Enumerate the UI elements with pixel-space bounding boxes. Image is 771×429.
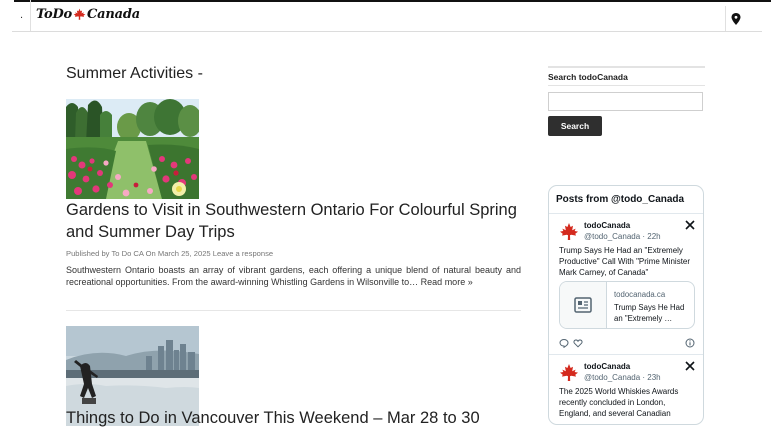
twitter-feed-widget: Posts from @todo_Canada todoCanada @todo…: [548, 185, 704, 425]
page-title: Summer Activities -: [66, 65, 203, 82]
todocanada-avatar[interactable]: [559, 222, 579, 242]
info-icon[interactable]: [685, 338, 695, 348]
x-logo-icon[interactable]: [685, 220, 695, 230]
tweet-author-handle[interactable]: @todo_Canada · 23h: [584, 373, 661, 382]
x-logo-icon[interactable]: [685, 361, 695, 371]
maple-leaf-icon: [73, 8, 86, 20]
header-dot: .: [20, 9, 24, 21]
logo-separator: [30, 0, 31, 31]
card-media: [560, 282, 607, 328]
tweet[interactable]: todoCanada @todo_Canada · 23h The 2025 W…: [549, 355, 703, 424]
tweet-link-card[interactable]: todocanada.ca Trump Says He Had an "Extr…: [559, 281, 695, 329]
sidebar-rule-bottom: [548, 85, 705, 86]
sidebar-rule-top: [548, 66, 705, 68]
tweet-text: Trump Says He Had an "Extremely Producti…: [559, 246, 691, 277]
post-title-gardens[interactable]: Gardens to Visit in Southwestern Ontario…: [66, 199, 526, 243]
logo-text-canada: Canada: [87, 6, 140, 22]
like-icon[interactable]: [573, 338, 583, 348]
post-thumbnail-gardens[interactable]: [66, 99, 199, 199]
location-separator: [725, 6, 726, 31]
search-widget-heading: Search todoCanada: [548, 72, 628, 82]
search-input[interactable]: [548, 92, 703, 111]
post-title-vancouver[interactable]: Things to Do in Vancouver This Weekend –…: [66, 407, 526, 429]
article-icon: [574, 297, 592, 313]
site-header: . ToDo Canada: [12, 0, 762, 32]
tweet-text: The 2025 World Whiskies Awards recently …: [559, 387, 679, 418]
post-divider: [66, 310, 521, 311]
tweet-author-name[interactable]: todoCanada: [584, 221, 630, 230]
todocanada-avatar[interactable]: [559, 363, 579, 383]
read-more-link[interactable]: Read more »: [421, 277, 473, 287]
post-excerpt-gardens: Southwestern Ontario boasts an array of …: [66, 264, 521, 288]
tweet-author-handle[interactable]: @todo_Canada · 22h: [584, 232, 661, 241]
site-logo[interactable]: ToDo Canada: [36, 4, 140, 24]
tweet-author-name[interactable]: todoCanada: [584, 362, 630, 371]
tweet[interactable]: todoCanada @todo_Canada · 22h Trump Says…: [549, 214, 703, 354]
reply-icon[interactable]: [559, 338, 569, 348]
card-title: Trump Says He Had an "Extremely …: [614, 303, 685, 323]
logo-text-todo: ToDo: [36, 6, 72, 22]
feed-title[interactable]: Posts from @todo_Canada: [556, 194, 684, 205]
search-button[interactable]: Search: [548, 116, 602, 136]
location-pin-icon[interactable]: [731, 13, 741, 25]
card-domain: todocanada.ca: [614, 290, 666, 299]
post-meta-gardens: Published by To Do CA On March 25, 2025 …: [66, 249, 274, 258]
garden-photo: [66, 99, 199, 199]
